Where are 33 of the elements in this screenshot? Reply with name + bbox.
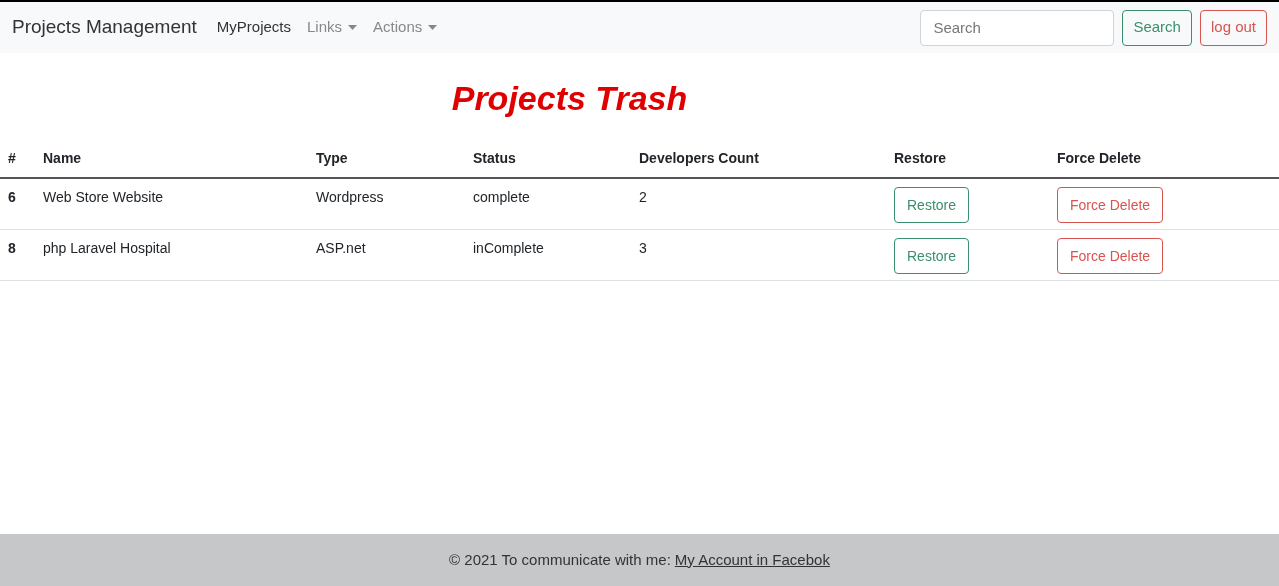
- restore-button[interactable]: Restore: [894, 187, 970, 223]
- table-cell-text: 8: [7, 239, 17, 258]
- table-cell-text: inComplete: [473, 239, 545, 258]
- column-header: #: [7, 149, 17, 168]
- column-header: Status: [473, 149, 517, 168]
- footer-text: © 2021 To communicate with me:: [449, 549, 671, 570]
- page-title: Projects Trash: [451, 78, 688, 119]
- logout-button[interactable]: log out: [1199, 9, 1267, 46]
- search-field[interactable]: Search: [920, 9, 1115, 46]
- table-cell-text: complete: [473, 188, 531, 207]
- column-header: Developers Count: [639, 149, 760, 168]
- nav-link[interactable]: Actions: [373, 16, 438, 39]
- table-cell-text: 3: [639, 239, 648, 258]
- table-cell-text: php Laravel Hospital: [43, 239, 172, 258]
- table-cell-text: 6: [7, 188, 17, 207]
- caret-icon: [428, 25, 438, 30]
- caret-icon: [348, 25, 358, 30]
- table-cell-text: 2: [639, 188, 648, 207]
- nav-link[interactable]: Links: [307, 16, 358, 39]
- table-cell-text: ASP.net: [316, 239, 367, 258]
- brand-link[interactable]: Projects Management: [12, 13, 197, 42]
- facebook-link[interactable]: My Account in Facebok: [674, 548, 830, 572]
- table-cell-text: Web Store Website: [43, 188, 165, 207]
- search-button[interactable]: Search: [1122, 9, 1192, 46]
- column-header: Restore: [894, 149, 948, 168]
- table-cell-text: Wordpress: [316, 188, 385, 207]
- force-delete-button[interactable]: Force Delete: [1057, 238, 1164, 274]
- force-delete-button[interactable]: Force Delete: [1057, 187, 1164, 223]
- column-header: Force Delete: [1057, 149, 1143, 168]
- nav-link[interactable]: MyProjects: [216, 16, 291, 39]
- restore-button[interactable]: Restore: [894, 238, 970, 274]
- column-header: Name: [43, 149, 83, 168]
- column-header: Type: [316, 149, 349, 168]
